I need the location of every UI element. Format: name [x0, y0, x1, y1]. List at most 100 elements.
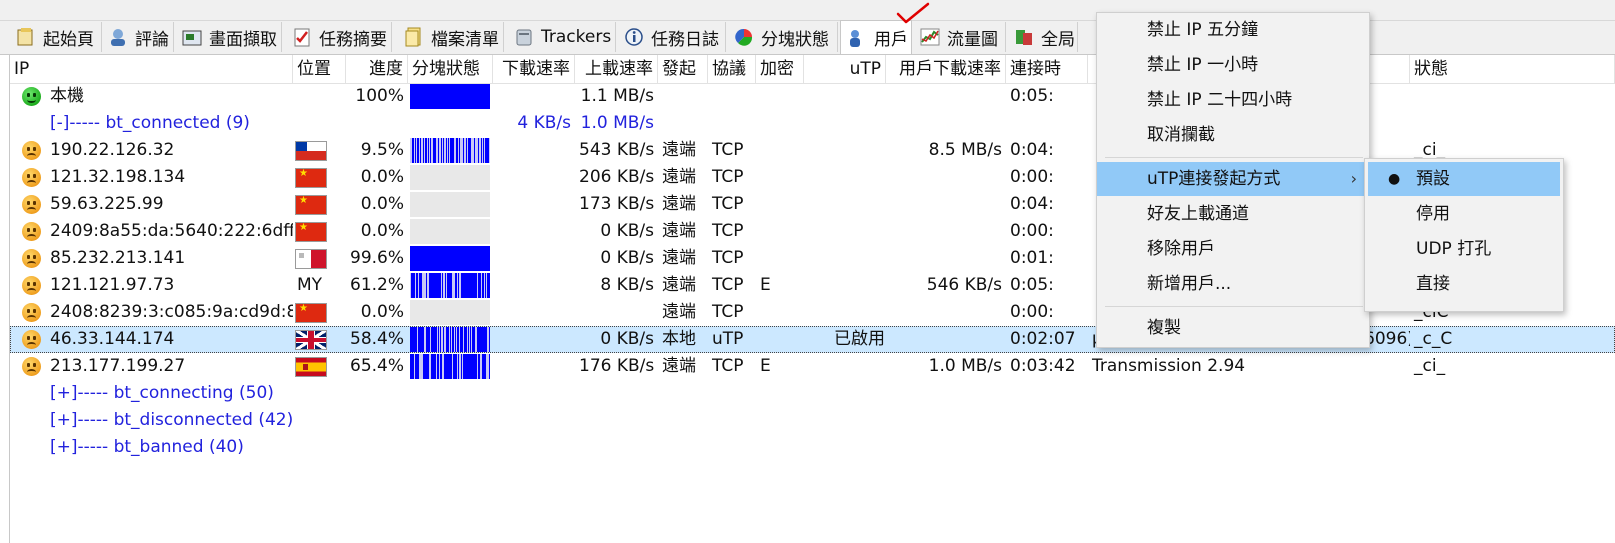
peer-ip: 85.232.213.141: [50, 248, 186, 268]
peer-ip: 46.33.144.174: [50, 329, 175, 349]
peer-row[interactable]: 本機 100% 1.1 MB/s 0:05:: [10, 83, 1615, 110]
menu-separator: [1105, 306, 1363, 307]
peer-protocol: TCP: [712, 140, 744, 160]
menu-separator: [1105, 157, 1363, 158]
menu-item[interactable]: 新增用戶...: [1097, 267, 1369, 301]
piece-status-bar: [410, 138, 490, 163]
column-header-peer-download-rate[interactable]: 用戶下載速率: [886, 55, 1006, 83]
tab-peers[interactable]: 用戶: [840, 20, 912, 54]
peer-group-label[interactable]: [-]----- bt_connected (9): [50, 110, 250, 137]
tab-task-summary[interactable]: 任務摘要: [286, 22, 392, 52]
peer-progress: 99.6%: [350, 248, 405, 268]
peer-upload-rate: 8 KB/s: [600, 275, 654, 295]
traffic-graph-icon: [920, 27, 940, 47]
peer-list-header: IP 位置 進度 分塊狀態 下載速率 上載速率 發起 協議 加密 uTP 用戶下載速率 連接時 狀態: [10, 55, 1615, 84]
menu-item-label: 好友上載通道: [1147, 204, 1249, 224]
tab-screenshot[interactable]: 畫面擷取: [176, 22, 282, 52]
menu-item[interactable]: 禁止 IP 一小時: [1097, 48, 1369, 82]
column-header-pieces[interactable]: 分塊狀態: [408, 55, 493, 83]
peer-protocol: TCP: [712, 356, 744, 376]
peer-ip: 2408:8239:3:c085:9a:cd9d:83...: [50, 302, 293, 322]
tab-traffic-graph[interactable]: 流量圖: [914, 22, 1006, 52]
peer-upload-rate: 0 KB/s: [600, 221, 654, 241]
menu-item[interactable]: uTP連接發起方式 ›: [1097, 162, 1369, 196]
column-header-origin[interactable]: 發起: [658, 55, 708, 83]
column-header-flags[interactable]: 狀態: [1410, 55, 1615, 83]
menu-item-label: uTP連接發起方式: [1147, 169, 1281, 189]
tab-label: 分塊狀態: [761, 29, 829, 50]
menu-item[interactable]: 移除用戶: [1097, 232, 1369, 266]
peer-ip: 121.32.198.134: [50, 167, 186, 187]
peer-origin: 遠端: [662, 275, 696, 295]
peer-progress: 0.0%: [360, 302, 404, 322]
submenu-item[interactable]: 停用: [1368, 197, 1560, 231]
column-header-ip[interactable]: IP: [10, 55, 293, 83]
peers-icon: [847, 28, 867, 48]
submenu-item[interactable]: 直接: [1368, 267, 1560, 301]
piece-status-icon: [734, 27, 754, 47]
peer-group-label[interactable]: [+]----- bt_connecting (50): [50, 380, 274, 407]
peer-ip: 2409:8a55:da:5640:222:6dff:f...: [50, 221, 293, 241]
tab-piece-status[interactable]: 分塊狀態: [728, 22, 838, 52]
column-header-encryption[interactable]: 加密: [756, 55, 804, 83]
peer-protocol: TCP: [712, 167, 744, 187]
group-upload-rate: 1.0 MB/s: [580, 113, 654, 133]
menu-item-label: 禁止 IP 一小時: [1147, 55, 1259, 75]
column-header-connect-time[interactable]: 連接時: [1006, 55, 1088, 83]
file-list-icon: [404, 27, 424, 47]
global-icon: [1014, 27, 1034, 47]
menu-item[interactable]: 禁止 IP 二十四小時: [1097, 83, 1369, 117]
country-flag-cn-icon: [295, 194, 327, 215]
menu-item-label: 禁止 IP 五分鐘: [1147, 20, 1259, 40]
peer-progress: 61.2%: [350, 275, 405, 295]
menu-item[interactable]: 複製: [1097, 311, 1369, 345]
tab-file-list[interactable]: 檔案清單: [398, 22, 504, 52]
submenu-item-label: 預設: [1416, 169, 1450, 189]
tab-comments[interactable]: 評論: [102, 22, 174, 52]
peer-progress: 9.5%: [360, 140, 404, 160]
peer-group-row[interactable]: [+]----- bt_connecting (50): [10, 380, 1615, 407]
column-header-progress[interactable]: 進度: [346, 55, 408, 83]
tab-home-page[interactable]: 起始頁: [10, 22, 102, 52]
peer-flags: _ci_: [1414, 356, 1446, 376]
comments-icon: [108, 27, 128, 47]
peer-progress: 0.0%: [360, 194, 404, 214]
column-header-location[interactable]: 位置: [293, 55, 346, 83]
peer-encryption: E: [760, 356, 771, 376]
peer-protocol: TCP: [712, 194, 744, 214]
column-header-upload-rate[interactable]: 上載速率: [575, 55, 658, 83]
peer-group-label[interactable]: [+]----- bt_banned (40): [50, 434, 244, 461]
tab-task-log[interactable]: 任務日誌: [618, 22, 726, 52]
menu-item[interactable]: 好友上載通道: [1097, 197, 1369, 231]
column-header-protocol[interactable]: 協議: [708, 55, 756, 83]
menu-item[interactable]: 取消攔截: [1097, 118, 1369, 152]
peer-connect-time: 0:00:: [1010, 221, 1054, 241]
peer-group-row[interactable]: [+]----- bt_disconnected (42): [10, 407, 1615, 434]
peer-row[interactable]: 213.177.199.27 65.4% 176 KB/s 遠端 TCP E 1.0 MB/…: [10, 353, 1615, 380]
tab-global[interactable]: 全局: [1008, 22, 1078, 52]
tab-bar: 起始頁 評論 畫面擷取 任務摘要 檔案清單 Trackers 任務日誌 分塊狀態 用戶 流量圖 全局: [0, 0, 1615, 55]
submenu-item[interactable]: UDP 打孔: [1368, 232, 1560, 266]
submenu-item[interactable]: ● 預設: [1368, 162, 1560, 196]
column-header-utp[interactable]: uTP: [804, 55, 886, 83]
peer-connect-time: 0:01:: [1010, 248, 1054, 268]
column-header-download-rate[interactable]: 下載速率: [493, 55, 575, 83]
peer-group-row[interactable]: [+]----- bt_banned (40): [10, 434, 1615, 461]
tab-label: 全局: [1041, 29, 1075, 50]
peer-group-label[interactable]: [+]----- bt_disconnected (42): [50, 407, 293, 434]
peer-protocol: TCP: [712, 275, 744, 295]
peer-row[interactable]: 46.33.144.17458.4%0 KB/s本地uTP已啟用0:02:07µ…: [10, 326, 1615, 353]
tab-label: 檔案清單: [431, 29, 499, 50]
menu-item[interactable]: 禁止 IP 五分鐘: [1097, 13, 1369, 47]
submenu-item-label: 直接: [1416, 274, 1450, 294]
piece-status-bar: [410, 327, 490, 352]
peer-connect-time: 0:04:: [1010, 140, 1054, 160]
peer-list: 本機 100% 1.1 MB/s 0:05: [-]----- bt_connected…: [10, 83, 1615, 543]
peer-origin: 遠端: [662, 140, 696, 160]
peer-group-row[interactable]: [-]----- bt_connected (9) 4 KB/s 1.0 MB/s: [10, 110, 1615, 137]
peer-connect-time: 0:04:: [1010, 194, 1054, 214]
peer-upload-rate: 173 KB/s: [579, 194, 655, 214]
peer-origin: 遠端: [662, 302, 696, 322]
tab-trackers[interactable]: Trackers: [508, 22, 616, 52]
peer-peer-download-rate: 8.5 MB/s: [928, 140, 1002, 160]
